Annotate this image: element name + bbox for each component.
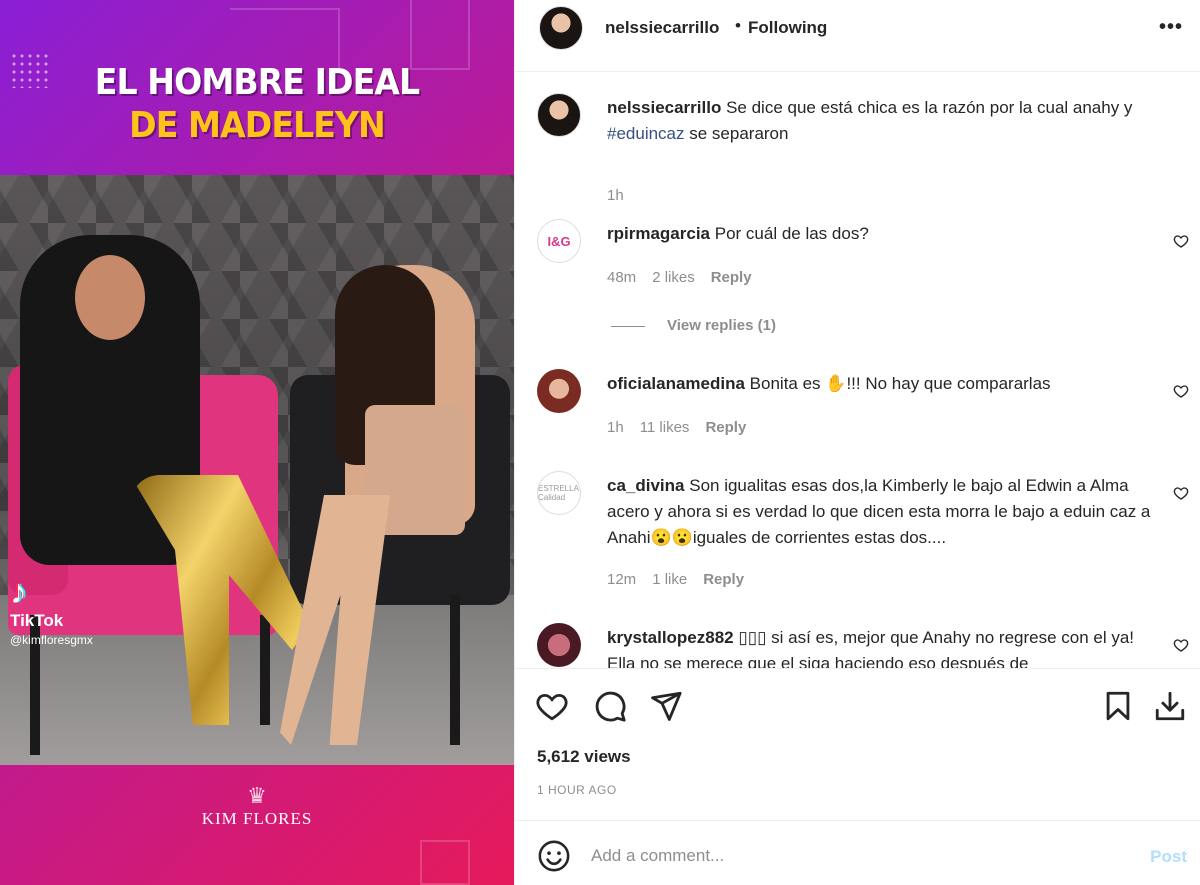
brand-name: KIM FLORES <box>201 809 313 828</box>
caption-meta: 1h <box>607 187 640 204</box>
chair-leg <box>450 595 460 745</box>
reply-button[interactable]: Reply <box>705 419 746 436</box>
comment-bubble-icon[interactable] <box>593 689 627 723</box>
video-frame: ♪ TikTok @kimfloresgmx <box>0 175 514 765</box>
comment-likes[interactable]: 1 like <box>652 571 687 588</box>
author-username[interactable]: nelssiecarrillo <box>605 18 719 38</box>
post-button[interactable]: Post <box>1150 847 1187 867</box>
comment-text: rpirmagarcia Por cuál de las dos? <box>607 221 1157 247</box>
headline-line-2: DE MADELEYN <box>129 105 386 146</box>
emoji-smiley-icon[interactable] <box>537 839 571 873</box>
hashtag-link[interactable]: #eduincaz <box>607 124 685 143</box>
reply-button[interactable]: Reply <box>711 269 752 286</box>
comment-likes[interactable]: 11 likes <box>640 419 690 436</box>
post-header: nelssiecarrillo • Following ••• <box>515 0 1200 72</box>
add-comment-bar: Post <box>515 820 1200 885</box>
commenter-avatar[interactable]: ESTRELLA Calidad <box>537 471 581 515</box>
view-replies-label: View replies (1) <box>667 317 776 334</box>
separator-dot: • <box>735 16 741 35</box>
reply-button[interactable]: Reply <box>703 571 744 588</box>
commenter-username[interactable]: rpirmagarcia <box>607 224 710 243</box>
following-button[interactable]: Following <box>748 18 827 38</box>
caption-body-end: se separaron <box>684 124 789 143</box>
post-timestamp: 1 HOUR AGO <box>537 783 617 797</box>
comment-time: 1h <box>607 419 624 436</box>
caption-text: nelssiecarrillo Se dice que está chica e… <box>607 95 1157 147</box>
comment-text: krystallopez882 ▯▯▯ si así es, mejor que… <box>607 625 1157 668</box>
media-headline: EL HOMBRE IDEAL DE MADELEYN <box>0 62 514 146</box>
comment-time: 12m <box>607 571 637 588</box>
more-options-icon[interactable]: ••• <box>1159 16 1183 39</box>
commenter-username[interactable]: ca_divina <box>607 476 685 495</box>
decorative-frame <box>420 840 470 885</box>
tiktok-watermark: ♪ TikTok @kimfloresgmx <box>10 575 130 647</box>
comment-text: ca_divina Son igualitas esas dos,la Kimb… <box>607 473 1157 551</box>
post-actions: 5,612 views 1 HOUR AGO <box>515 668 1200 818</box>
post-details-panel: nelssiecarrillo • Following ••• nelssiec… <box>514 0 1200 885</box>
post-media[interactable]: EL HOMBRE IDEAL DE MADELEYN ♪ TikTok @ki… <box>0 0 514 885</box>
comment-body: Son igualitas esas dos,la Kimberly le ba… <box>607 476 1151 547</box>
view-replies-button[interactable]: View replies (1) <box>611 317 776 334</box>
commenter-avatar[interactable] <box>537 623 581 667</box>
download-icon[interactable] <box>1153 689 1187 723</box>
comment-body: Bonita es ✋!!! No hay que compararlas <box>749 374 1051 393</box>
comment-text: oficialanamedina Bonita es ✋!!! No hay q… <box>607 371 1157 397</box>
tiktok-label: TikTok <box>10 611 64 630</box>
heart-icon[interactable] <box>1173 637 1189 653</box>
bookmark-icon[interactable] <box>1101 689 1135 723</box>
author-avatar[interactable] <box>539 6 583 50</box>
comments-list[interactable]: nelssiecarrillo Se dice que está chica e… <box>515 73 1200 668</box>
share-paper-plane-icon[interactable] <box>649 689 683 723</box>
headline-line-1: EL HOMBRE IDEAL <box>94 62 420 103</box>
tiktok-handle: @kimfloresgmx <box>10 633 93 647</box>
comment-time: 48m <box>607 269 637 286</box>
chair-leg <box>260 615 270 725</box>
comment-body: Por cuál de las dos? <box>714 224 869 243</box>
heart-icon[interactable] <box>1173 233 1189 249</box>
decorative-frame <box>230 8 340 68</box>
commenter-username[interactable]: krystallopez882 <box>607 628 734 647</box>
decorative-frame <box>410 0 470 70</box>
comment-input[interactable] <box>591 839 1111 873</box>
comment-meta: 12m 1 like Reply <box>607 571 760 588</box>
comment-meta: 1h 11 likes Reply <box>607 419 762 436</box>
heart-icon[interactable] <box>1173 383 1189 399</box>
comment-meta: 48m 2 likes Reply <box>607 269 768 286</box>
caption-time: 1h <box>607 187 624 204</box>
commenter-avatar[interactable] <box>537 369 581 413</box>
brand-logo: ♛ KIM FLORES <box>0 785 514 829</box>
comment-likes[interactable]: 2 likes <box>652 269 695 286</box>
tiktok-icon: ♪ <box>10 573 27 611</box>
caption-body: Se dice que está chica es la razón por l… <box>726 98 1133 117</box>
caption-username[interactable]: nelssiecarrillo <box>607 98 721 117</box>
like-heart-icon[interactable] <box>535 689 569 723</box>
guest-figure <box>335 265 475 535</box>
heart-icon[interactable] <box>1173 485 1189 501</box>
view-count[interactable]: 5,612 views <box>537 747 631 767</box>
crown-icon: ♛ <box>247 783 267 808</box>
commenter-username[interactable]: oficialanamedina <box>607 374 745 393</box>
caption-avatar[interactable] <box>537 93 581 137</box>
commenter-avatar[interactable]: I&G <box>537 219 581 263</box>
